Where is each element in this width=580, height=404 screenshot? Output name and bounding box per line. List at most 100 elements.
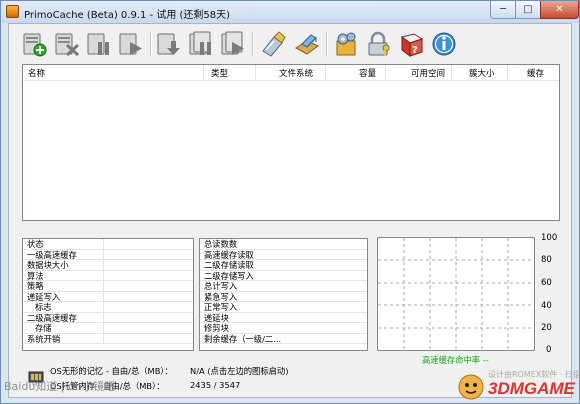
stat-label: 标志 — [35, 302, 52, 312]
delete-cache-task-button[interactable] — [53, 30, 81, 58]
y-tick-60: 60 — [541, 278, 552, 288]
stat-label: 正常写入 — [204, 302, 238, 312]
stat-value — [103, 312, 193, 323]
stat-row: 二级高速缓存 — [23, 312, 193, 323]
stat-row: 剩余缓存（一级/二... — [200, 333, 367, 344]
delete-x-icon — [55, 33, 80, 57]
column-cluster-size[interactable]: 簇大小 — [469, 67, 495, 79]
about-button[interactable] — [430, 30, 458, 58]
y-tick-80: 80 — [541, 255, 552, 265]
stat-row: 标志 — [23, 302, 193, 313]
stat-label: 剩余缓存（一级/二... — [204, 333, 282, 344]
stat-label: 紧急写入 — [204, 291, 238, 302]
stat-label: 递延块 — [204, 312, 229, 323]
flush-cache-button[interactable] — [155, 30, 183, 58]
column-divider[interactable] — [507, 65, 508, 80]
stat-label: 状态 — [27, 239, 44, 249]
stat-value — [103, 281, 193, 292]
play-icon — [119, 33, 142, 55]
watermark-site-name: 3DMGAME — [488, 379, 575, 398]
column-type[interactable]: 类型 — [211, 67, 228, 79]
stat-label: 高速缓存读取 — [204, 249, 254, 260]
y-tick-0: 0 — [546, 345, 552, 355]
close-button[interactable]: ✕ — [540, 1, 579, 19]
pause-cache-button[interactable] — [85, 30, 113, 58]
stat-row: 递延块 — [200, 312, 367, 323]
baidu-watermark: Baidu知道 | dn小镜吧 — [4, 380, 115, 393]
statistics-panel: 总读数数 高速缓存读取 二级存储读取 二级存储写入 总计写入 紧急写入 正常写入… — [199, 238, 368, 351]
column-name[interactable]: 名称 — [28, 67, 45, 79]
stat-label: 递延写入 — [27, 291, 61, 302]
column-divider[interactable] — [385, 65, 386, 80]
info-icon — [432, 32, 456, 56]
stat-value — [103, 302, 193, 313]
volume-manager-button[interactable] — [259, 30, 287, 58]
managed-memory-value: 2435 / 3547 — [190, 380, 241, 390]
resume-cache-button[interactable] — [117, 30, 145, 58]
stat-value — [103, 333, 193, 344]
stat-row: 数据块大小 — [23, 260, 193, 271]
svg-text:?: ? — [412, 45, 418, 56]
stat-row: 修剪块 — [200, 323, 367, 334]
pause-icon — [87, 33, 109, 55]
main-client-area: ? 名称 类型 文件系统 容量 可用空间 簇大小 缓存 状态 一级高速缓存 数据… — [8, 23, 572, 398]
stat-row: 总读数数 — [200, 239, 367, 250]
stat-row: 状态 — [23, 239, 193, 250]
y-tick-100: 100 — [541, 233, 558, 243]
volume-list[interactable]: 名称 类型 文件系统 容量 可用空间 簇大小 缓存 — [22, 64, 560, 221]
stat-label: 数据块大小 — [27, 260, 69, 270]
stat-value — [103, 239, 193, 250]
pause-all-button[interactable] — [187, 30, 215, 58]
y-tick-40: 40 — [541, 301, 552, 311]
column-divider[interactable] — [325, 65, 326, 80]
stat-label: 一级高速缓存 — [27, 249, 77, 260]
lock-key-icon — [368, 31, 390, 56]
hit-rate-graph — [377, 237, 535, 351]
stat-row: 二级存储读取 — [200, 260, 367, 271]
pause-all-icon — [189, 31, 211, 55]
title-bar[interactable]: PrimoCache (Beta) 0.9.1 - 试用 (还剩58天) ─ □… — [1, 1, 579, 23]
package-icon — [295, 34, 319, 55]
window-title: PrimoCache (Beta) 0.9.1 - 试用 (还剩58天) — [24, 10, 231, 21]
mascot-logo-icon — [458, 374, 484, 400]
stat-value — [103, 260, 193, 271]
column-capacity[interactable]: 容量 — [359, 67, 376, 79]
stat-label: 算法 — [27, 270, 44, 281]
stat-row: 高速缓存读取 — [200, 249, 367, 260]
stat-value — [103, 291, 193, 302]
options-button[interactable] — [332, 30, 360, 58]
stat-row: 策略 — [23, 281, 193, 292]
stat-row: 正常写入 — [200, 302, 367, 313]
properties-button[interactable] — [293, 30, 321, 58]
flush-down-icon — [157, 33, 180, 55]
column-divider[interactable] — [255, 65, 256, 80]
resume-all-button[interactable] — [219, 30, 247, 58]
stat-row: 算法 — [23, 270, 193, 281]
help-book-icon: ? — [400, 33, 424, 57]
stat-label: 修剪块 — [204, 323, 229, 333]
volume-list-header: 名称 类型 文件系统 容量 可用空间 簇大小 缓存 — [23, 65, 559, 81]
app-window: PrimoCache (Beta) 0.9.1 - 试用 (还剩58天) ─ □… — [0, 0, 580, 404]
column-cache[interactable]: 缓存 — [527, 67, 544, 79]
invisible-memory-value: N/A (点击左边的图标启动) — [190, 366, 289, 376]
column-free-space[interactable]: 可用空间 — [411, 67, 445, 79]
column-divider[interactable] — [451, 65, 452, 80]
hit-rate-label: 高速缓存命中率 -- — [422, 355, 489, 365]
column-divider[interactable] — [203, 65, 204, 80]
3dmgame-watermark: 设计由ROMEX软件 · 扫描吧 3DMGAME — [454, 369, 580, 403]
invisible-memory-label: OS无形的记忆 - 自由/总（MB）： — [50, 366, 173, 376]
minimize-button[interactable]: ─ — [490, 1, 516, 19]
stat-label: 系统开销 — [27, 333, 61, 344]
stat-row: 递延写入 — [23, 291, 193, 302]
y-tick-20: 20 — [541, 323, 552, 333]
create-cache-task-button[interactable] — [21, 30, 49, 58]
stat-row: 二级存储写入 — [200, 271, 367, 281]
resume-all-icon — [221, 31, 244, 55]
stat-value — [103, 323, 193, 334]
license-button[interactable] — [365, 30, 393, 58]
help-button[interactable]: ? — [398, 30, 426, 58]
app-icon — [6, 5, 19, 18]
column-filesystem[interactable]: 文件系统 — [279, 67, 313, 79]
maximize-button[interactable]: □ — [515, 1, 541, 19]
stat-row: 一级高速缓存 — [23, 249, 193, 260]
